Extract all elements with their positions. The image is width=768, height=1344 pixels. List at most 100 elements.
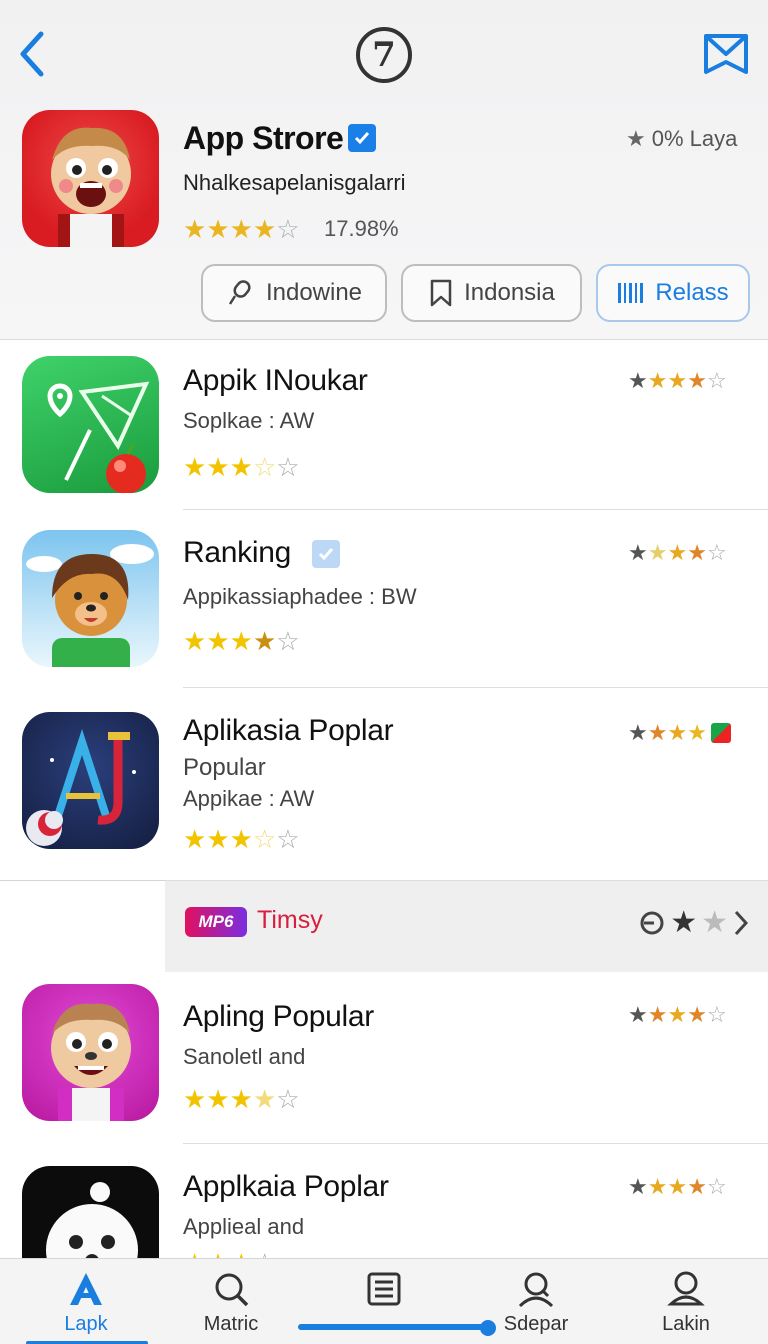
refresh-icon[interactable] [638, 909, 666, 937]
star-icon: ★ [687, 1174, 707, 1199]
chip-label: Relass [655, 279, 729, 306]
star-outline-icon: ☆ [706, 368, 727, 393]
apps-icon [66, 1269, 106, 1309]
star-icon: ★ [647, 720, 668, 745]
star-outline-icon: ☆ [276, 452, 300, 482]
ad-label: Timsy [257, 906, 323, 934]
hero-star-rating: ★ ★ ★ ★ ☆ [183, 214, 300, 245]
cartoon-face-icon [51, 127, 131, 247]
rating-stars: ★ ★ ★ ★ [628, 720, 731, 746]
flag-badge-icon [710, 723, 731, 743]
star-icon: ★ [229, 824, 253, 854]
app-icon[interactable] [22, 984, 159, 1121]
app-title: Aplikasia Poplar [183, 714, 394, 747]
person-search-icon [516, 1269, 556, 1309]
rating-stars: ★ ★ ★ ★ ☆ [628, 1002, 727, 1028]
store-logo[interactable]: 7 [356, 27, 412, 83]
star-icon: ★ [647, 1174, 668, 1199]
tab-lakin[interactable]: Lakin [626, 1259, 746, 1344]
list-item[interactable]: Appik INoukar Soplkae : AW ★ ★ ★ ☆ ☆ ★ ★… [0, 340, 768, 510]
star-icon: ★ [628, 1002, 648, 1027]
app-icon[interactable] [22, 1166, 159, 1258]
app-icon[interactable] [22, 356, 159, 493]
star-icon: ★ [667, 368, 688, 393]
slider-thumb[interactable] [480, 1320, 496, 1336]
star-icon: ★ [183, 824, 207, 854]
star-icon: ★ [647, 368, 668, 393]
app-subtitle: Soplkae : AW [183, 408, 315, 433]
star-icon: ★ [183, 1084, 207, 1114]
profile-icon [667, 1269, 705, 1309]
tab-label: Sdepar [503, 1313, 569, 1335]
list-icon [366, 1269, 402, 1309]
star-icon: ★ [667, 720, 688, 745]
chip-label: Indonsia [464, 279, 555, 306]
back-button[interactable] [14, 30, 50, 78]
scroll-slider[interactable] [298, 1320, 496, 1336]
list-item[interactable]: Aplikasia Poplar Popular Appikae : AW ★ … [0, 688, 768, 880]
star-icon: ★ [206, 824, 230, 854]
tab-lapk[interactable]: Lapk [26, 1259, 146, 1344]
slider-track [298, 1324, 494, 1330]
star-outline-icon: ☆ [276, 824, 300, 854]
hero-app-icon[interactable] [22, 110, 159, 247]
percent-value: 17.98% [324, 216, 399, 241]
star-icon: ★ [183, 214, 207, 244]
page-title: App Strore [183, 120, 344, 156]
star-icon: ★ [229, 452, 253, 482]
tab-matric[interactable]: Matric [171, 1259, 291, 1344]
star-icon: ★ [667, 1174, 688, 1199]
chevron-left-icon [20, 31, 44, 77]
cartoon-character-icon [26, 544, 154, 667]
rating-stars: ★ ★ ★ ★ ☆ [628, 540, 727, 566]
star-icon: ★ [667, 1002, 688, 1027]
page-subtitle: Nhalkesapelanisgalarri [183, 170, 406, 195]
app-title: Appik INoukar [183, 364, 368, 397]
letters-logo-icon [26, 729, 136, 846]
verified-badge-icon [312, 540, 340, 568]
app-icon[interactable] [22, 712, 159, 849]
list-item[interactable]: Apling Popular Sanoletl and ★ ★ ★ ★ ☆ ★ … [0, 972, 768, 1144]
chip-relass[interactable]: Relass [596, 264, 750, 322]
chip-indowine[interactable]: Indowine [201, 264, 387, 322]
star-icon: ★ [687, 540, 707, 565]
star-icon: ★ [628, 540, 648, 565]
star-outline-icon: ☆ [252, 452, 277, 482]
ad-badge: MP6 [185, 907, 247, 937]
star-icon: ★ [687, 368, 707, 393]
list-item[interactable]: Applkaia Poplar Applieal and ★ ★ ★ ☆ ★ ★… [0, 1144, 768, 1258]
mail-button[interactable] [702, 32, 750, 76]
rating-stars: ★ ★ ★ ★ ☆ [628, 1174, 727, 1200]
star-icon: ★ [687, 1002, 707, 1027]
star-outline-icon: ☆ [253, 1248, 276, 1258]
chip-indonsia[interactable]: Indonsia [401, 264, 582, 322]
chevron-right-icon[interactable] [732, 908, 750, 938]
star-rating: ★ ★ ★ ☆ ☆ [183, 824, 300, 855]
rating-stars: ★ ★ ★ ★ ☆ [628, 368, 727, 394]
cartoon-face-icon [51, 1003, 131, 1121]
star-icon: ★ [230, 1248, 253, 1258]
star-icon: ★ [206, 626, 230, 656]
tab-label: Matric [203, 1313, 259, 1335]
app-subtitle: Sanoletl and [183, 1044, 306, 1069]
star-rating: ★ ★ ★ ☆ ☆ [183, 452, 300, 483]
app-title: Applkaia Poplar [183, 1170, 389, 1203]
star-icon: ★ [229, 626, 253, 656]
app-subtitle: Applieal and [183, 1214, 305, 1239]
star-outline-icon: ☆ [706, 1002, 727, 1027]
star-icon: ★ [687, 720, 707, 745]
star-icon: ★ [206, 1248, 229, 1258]
sponsored-banner[interactable]: MP6 Timsy ★ ★ [165, 880, 768, 972]
star-outline-icon: ☆ [276, 1084, 300, 1114]
app-icon[interactable] [22, 530, 159, 667]
star-outline-icon: ☆ [252, 824, 277, 854]
star-icon: ★ [701, 906, 728, 939]
tab-label: Lakin [662, 1313, 710, 1335]
star-rating: ★ ★ ★ ☆ [183, 1248, 276, 1258]
star-icon: ★ [626, 126, 646, 151]
search-icon [212, 1269, 250, 1309]
star-icon: ★ [628, 720, 648, 745]
list-item[interactable]: Ranking Appikassiaphadee : BW ★ ★ ★ ★ ☆ … [0, 510, 768, 688]
star-outline-icon: ☆ [706, 540, 727, 565]
map-kite-icon [47, 381, 150, 493]
